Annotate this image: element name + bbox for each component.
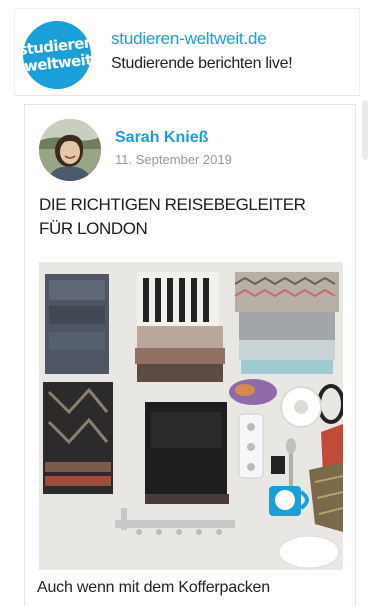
site-header: studieren weltweit studieren-weltweit.de… xyxy=(14,8,360,96)
avatar-photo xyxy=(39,119,101,181)
site-tagline: Studierende berichten live! xyxy=(111,55,293,72)
packing-photo xyxy=(39,262,343,570)
page: studieren weltweit studieren-weltweit.de… xyxy=(0,0,372,606)
post-image[interactable] xyxy=(39,262,343,570)
author-avatar[interactable] xyxy=(39,119,101,181)
post-excerpt: Auch wenn mit dem Kofferpacken xyxy=(37,579,270,596)
site-logo[interactable]: studieren weltweit xyxy=(17,17,95,93)
post-date: 11. September 2019 xyxy=(115,152,232,167)
post-title[interactable]: DIE RICHTIGEN REISEBEGLEITER FÜR LONDON xyxy=(39,193,339,241)
author-name[interactable]: Sarah Knieß xyxy=(115,129,208,147)
site-name-link[interactable]: studieren-weltweit.de xyxy=(111,29,267,49)
scrollbar-thumb[interactable] xyxy=(362,100,368,160)
post-card[interactable]: Sarah Knieß 11. September 2019 DIE RICHT… xyxy=(24,104,356,606)
